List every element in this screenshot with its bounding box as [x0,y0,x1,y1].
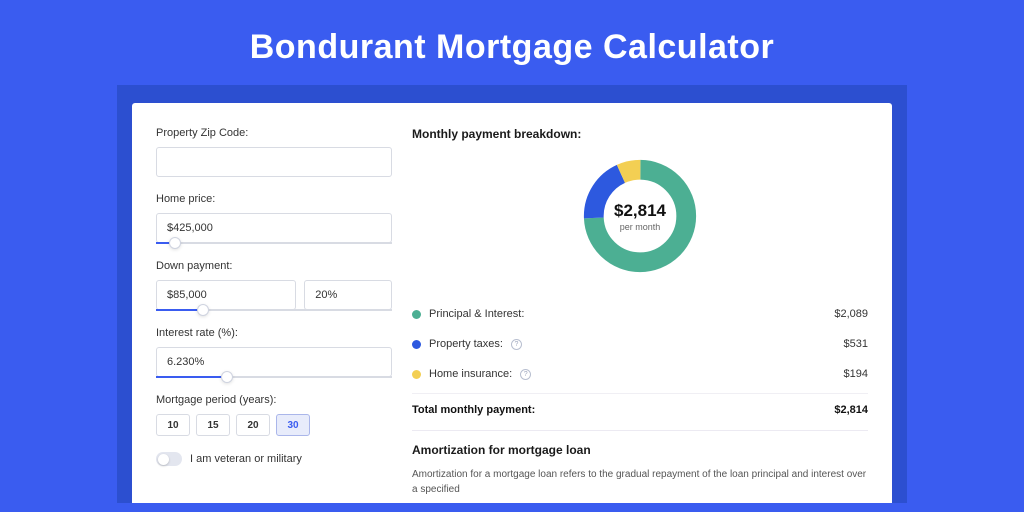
down-payment-group: Down payment: [156,260,392,311]
donut-chart: $2,814 per month [579,155,701,277]
zip-label: Property Zip Code: [156,127,392,139]
calculator-card: Property Zip Code: Home price: Down paym… [132,103,892,503]
legend-row-taxes: Property taxes: ? $531 [412,329,868,359]
period-option-15[interactable]: 15 [196,414,230,436]
veteran-label: I am veteran or military [190,453,302,465]
home-price-label: Home price: [156,193,392,205]
slider-thumb[interactable] [169,237,181,249]
legend-left: Property taxes: ? [412,338,522,350]
home-price-input[interactable] [156,213,392,243]
period-label: Mortgage period (years): [156,394,392,406]
zip-group: Property Zip Code: [156,127,392,177]
interest-rate-group: Interest rate (%): [156,327,392,378]
breakdown-title: Monthly payment breakdown: [412,127,868,141]
legend-row-insurance: Home insurance: ? $194 [412,359,868,389]
slider-fill [156,376,227,378]
period-group: Mortgage period (years): 10 15 20 30 [156,394,392,436]
donut-sub: per month [620,222,661,232]
legend-row-principal: Principal & Interest: $2,089 [412,299,868,329]
info-icon[interactable]: ? [511,339,522,350]
info-icon[interactable]: ? [520,369,531,380]
zip-input[interactable] [156,147,392,177]
slider-thumb[interactable] [221,371,233,383]
donut-amount: $2,814 [614,201,666,221]
down-payment-slider[interactable] [156,309,392,311]
veteran-row: I am veteran or military [156,452,392,466]
total-value: $2,814 [834,404,868,416]
donut-center: $2,814 per month [579,155,701,277]
period-options: 10 15 20 30 [156,414,392,436]
page-title: Bondurant Mortgage Calculator [0,0,1024,85]
home-price-slider[interactable] [156,242,392,244]
legend-value: $2,089 [834,308,868,320]
veteran-toggle[interactable] [156,452,182,466]
dot-icon [412,310,421,319]
legend-label: Principal & Interest: [429,308,524,320]
period-option-10[interactable]: 10 [156,414,190,436]
legend-left: Home insurance: ? [412,368,531,380]
down-payment-label: Down payment: [156,260,392,272]
dot-icon [412,340,421,349]
down-payment-pct-input[interactable] [304,280,392,310]
section-divider [412,430,868,431]
dot-icon [412,370,421,379]
legend-label: Home insurance: [429,368,512,380]
down-payment-input[interactable] [156,280,296,310]
breakdown-column: Monthly payment breakdown: $2,814 per mo… [412,127,868,503]
legend-value: $194 [844,368,868,380]
total-label: Total monthly payment: [412,404,535,416]
interest-rate-label: Interest rate (%): [156,327,392,339]
period-option-20[interactable]: 20 [236,414,270,436]
legend-left: Principal & Interest: [412,308,524,320]
inputs-column: Property Zip Code: Home price: Down paym… [156,127,392,503]
amortization-block: Amortization for mortgage loan Amortizat… [412,443,868,497]
title-band: Property Zip Code: Home price: Down paym… [117,85,907,503]
period-option-30[interactable]: 30 [276,414,310,436]
slider-fill [156,309,203,311]
total-row: Total monthly payment: $2,814 [412,393,868,430]
donut-chart-wrap: $2,814 per month [412,155,868,277]
slider-thumb[interactable] [197,304,209,316]
interest-rate-input[interactable] [156,347,392,377]
interest-rate-slider[interactable] [156,376,392,378]
amortization-text: Amortization for a mortgage loan refers … [412,467,868,497]
legend-value: $531 [844,338,868,350]
down-payment-row [156,280,392,310]
home-price-group: Home price: [156,193,392,244]
toggle-knob [158,454,169,465]
amortization-title: Amortization for mortgage loan [412,443,868,457]
legend-label: Property taxes: [429,338,503,350]
